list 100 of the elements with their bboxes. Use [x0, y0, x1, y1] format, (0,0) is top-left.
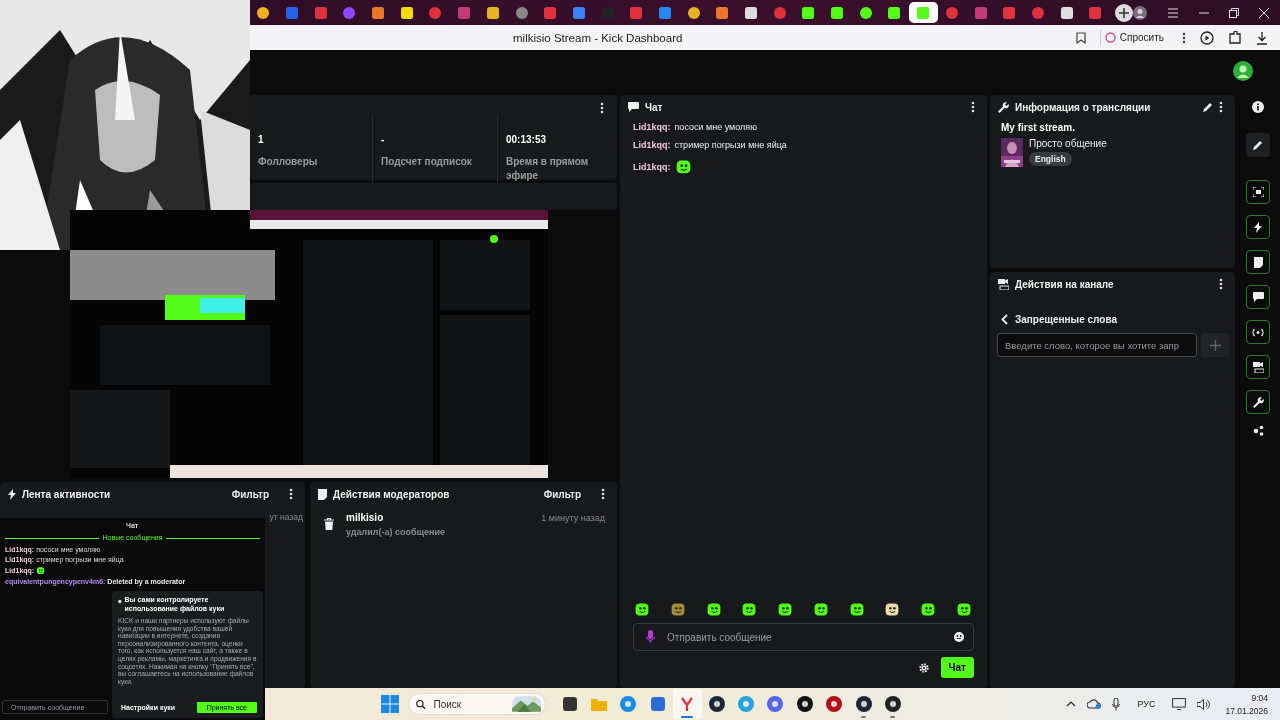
chevron-up-icon[interactable] — [1066, 701, 1077, 707]
close-icon[interactable] — [1258, 7, 1269, 18]
favicon-icon — [630, 6, 643, 19]
clock-time[interactable]: 9:04 — [1251, 692, 1268, 703]
broadcast-icon — [1252, 327, 1264, 337]
favicon-icon — [314, 6, 327, 19]
chat-icon — [1252, 292, 1264, 302]
channel-icon — [1252, 361, 1264, 373]
favicon-icon — [974, 6, 987, 19]
cloud-icon[interactable] — [1087, 699, 1102, 709]
wrench-icon — [1252, 396, 1264, 408]
page-title: milkisio Stream - Kick Dashboard — [513, 31, 683, 44]
favicon-icon — [859, 6, 872, 19]
app-icon — [884, 695, 902, 713]
camera-button[interactable] — [1246, 180, 1270, 204]
favicon-icon — [716, 6, 729, 19]
start-icon[interactable] — [381, 695, 399, 713]
volume-icon[interactable] — [1197, 698, 1211, 710]
menu-icon[interactable] — [1166, 7, 1179, 18]
message-field[interactable]: Отправить сообщение — [665, 630, 944, 644]
pencil-icon — [1253, 140, 1263, 150]
chat-username[interactable]: Lid1kqq: — [633, 140, 671, 150]
bookmark-icon[interactable] — [1075, 31, 1086, 44]
app-icon — [854, 695, 873, 713]
restore-icon[interactable] — [1228, 7, 1239, 18]
search-field[interactable]: Поиск — [431, 697, 506, 711]
emote-icon — [884, 601, 901, 617]
emote-icon — [634, 601, 650, 617]
plus-icon — [1209, 339, 1221, 351]
wrench-button[interactable] — [1246, 390, 1270, 414]
activity-time: ут назад — [269, 512, 303, 522]
stream-title: My first stream. — [1000, 121, 1076, 133]
more-icon[interactable] — [971, 101, 975, 113]
edit-button[interactable] — [1246, 133, 1270, 157]
avatar[interactable] — [1233, 61, 1253, 81]
nodes-icon[interactable] — [1252, 425, 1264, 436]
filter-button[interactable]: Фильтр — [231, 488, 269, 500]
favicon-icon — [745, 6, 758, 19]
frame-icon — [1252, 187, 1264, 197]
microphone-icon[interactable] — [1112, 697, 1121, 711]
favicon-icon — [802, 6, 815, 19]
emote-icon — [674, 158, 692, 175]
broadcast-button[interactable] — [1246, 320, 1270, 344]
play-icon[interactable] — [1200, 30, 1214, 45]
more-icon[interactable] — [289, 488, 293, 500]
chat-button[interactable] — [1246, 285, 1270, 309]
message-bar[interactable]: Отправить сообщение — [633, 623, 974, 651]
document-button[interactable] — [1246, 250, 1270, 274]
category-name[interactable]: Просто общение — [1029, 138, 1107, 149]
favicon-icon — [486, 6, 499, 19]
settings-icon[interactable] — [918, 662, 929, 673]
add-button[interactable] — [1201, 333, 1229, 357]
moderator-action: удалил(-а) сообщение — [346, 527, 447, 537]
monitor-icon[interactable] — [1172, 698, 1187, 710]
favicon-icon — [400, 6, 413, 19]
clock-date[interactable]: 17.01.2026 — [1225, 705, 1268, 716]
chat-username[interactable]: Lid1kqq: — [633, 161, 671, 172]
emote-icon — [777, 601, 794, 617]
pencil-icon[interactable] — [1203, 102, 1213, 112]
chat-button[interactable]: Чат — [940, 657, 974, 678]
new-tab-icon[interactable] — [1114, 3, 1133, 22]
trash-icon — [324, 518, 334, 530]
search-icon — [416, 698, 426, 710]
chat-username[interactable]: Lid1kqq: — [633, 122, 671, 132]
more-icon[interactable] — [1219, 278, 1223, 290]
stat-label: Время в прямом эфире — [506, 155, 590, 183]
more-icon[interactable] — [600, 102, 604, 114]
extensions-icon[interactable] — [1228, 30, 1242, 45]
emote-icon — [741, 601, 758, 617]
back-icon[interactable] — [1001, 314, 1008, 325]
info-icon[interactable] — [1252, 101, 1264, 113]
stat-value: 00:13:53 — [506, 134, 548, 145]
browser-tab[interactable] — [908, 2, 938, 23]
emoji-icon[interactable] — [954, 632, 964, 642]
avatar-icon[interactable] — [1132, 5, 1147, 20]
language-indicator[interactable]: РУС — [1137, 699, 1156, 709]
panel-title: Информация о трансляции — [1015, 101, 1152, 113]
wrench-icon — [998, 101, 1009, 113]
word-field[interactable]: Введите слово, которое вы хотите запр — [997, 333, 1197, 357]
more-icon[interactable] — [1219, 101, 1223, 113]
channel-button[interactable] — [1246, 355, 1270, 379]
microphone-icon[interactable] — [646, 630, 655, 644]
action-time: 1 минуту назад — [541, 512, 605, 523]
favicon-icon — [1060, 6, 1073, 19]
favicon-icon — [1089, 6, 1102, 19]
more-icon[interactable] — [601, 488, 605, 500]
search-bar[interactable]: Поиск — [408, 693, 546, 715]
document-icon — [1253, 256, 1263, 268]
favicon-icon — [458, 6, 471, 19]
favicon-icon — [687, 6, 700, 19]
more-icon[interactable] — [1182, 31, 1186, 44]
filter-button[interactable]: Фильтр — [543, 488, 581, 500]
ask-button[interactable]: Спросить — [1099, 30, 1168, 45]
channel-icon — [998, 278, 1009, 290]
stat-label: Фолловеры — [258, 155, 319, 169]
favicon-icon — [831, 6, 844, 19]
app-icon — [707, 695, 726, 713]
bolt-button[interactable] — [1246, 215, 1270, 239]
favicon-icon — [286, 6, 299, 19]
download-icon[interactable] — [1256, 30, 1268, 45]
